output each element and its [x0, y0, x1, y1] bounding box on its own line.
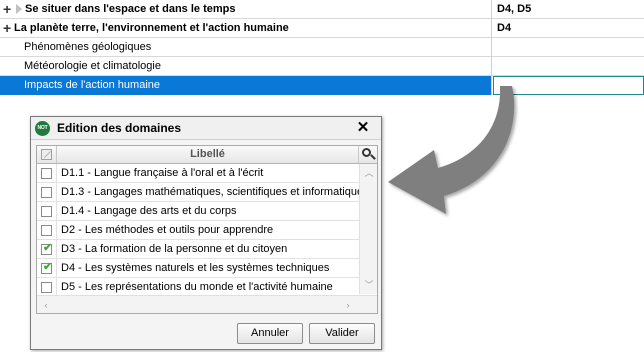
- horizontal-scrollbar[interactable]: ‹ ›: [37, 295, 377, 313]
- grid-row-label: Se situer dans l'espace et dans le temps: [25, 3, 236, 15]
- row-check-cell[interactable]: [37, 202, 57, 220]
- collapse-triangle-icon[interactable]: [16, 4, 22, 14]
- grid-row[interactable]: + Se situer dans l'espace et dans le tem…: [0, 0, 644, 19]
- expand-icon[interactable]: +: [3, 20, 11, 36]
- row-check-cell[interactable]: ✔: [37, 259, 57, 277]
- check-icon: ✔: [43, 261, 53, 273]
- grid-cell-label[interactable]: + Se situer dans l'espace et dans le tem…: [0, 0, 492, 19]
- grid-row-label: Météorologie et climatologie: [24, 60, 161, 72]
- grid-row[interactable]: Météorologie et climatologie: [0, 57, 644, 76]
- search-icon-handle: [370, 154, 376, 160]
- grid-row-label: Phénomènes géologiques: [24, 41, 152, 53]
- vertical-scrollbar[interactable]: ︿ ﹀: [359, 164, 377, 294]
- grid-cell-domains[interactable]: [493, 57, 644, 76]
- cancel-button[interactable]: Annuler: [237, 323, 303, 344]
- dialog-titlebar[interactable]: NOT Edition des domaines ✕: [31, 117, 381, 140]
- grid-row[interactable]: Phénomènes géologiques: [0, 38, 644, 57]
- row-checkbox[interactable]: [41, 282, 52, 293]
- header-check-cell[interactable]: [37, 146, 57, 163]
- list-item[interactable]: D1.4 - Langage des arts et du corps: [37, 202, 359, 221]
- expand-icon[interactable]: +: [3, 1, 11, 17]
- grid-row-selected[interactable]: Impacts de l'action humaine: [0, 76, 644, 95]
- dialog-title: Edition des domaines: [57, 121, 182, 135]
- row-check-cell[interactable]: ✔: [37, 240, 57, 258]
- domains-dialog: NOT Edition des domaines ✕ Libellé D1.1 …: [30, 116, 382, 350]
- close-button[interactable]: ✕: [355, 119, 371, 137]
- check-icon: ✔: [43, 242, 53, 254]
- row-label: D2 - Les méthodes et outils pour apprend…: [61, 224, 274, 236]
- list-item[interactable]: ✔ D3 - La formation de la personne et du…: [37, 240, 359, 259]
- domains-list: D1.1 - Langue française à l'oral et à l'…: [37, 164, 369, 296]
- select-all-checkbox[interactable]: [41, 149, 52, 160]
- row-checkbox[interactable]: ✔: [41, 242, 53, 255]
- list-item[interactable]: D1.3 - Langages mathématiques, scientifi…: [37, 183, 369, 202]
- row-checkbox[interactable]: [41, 168, 52, 179]
- grid-cell-domains[interactable]: D4: [493, 19, 644, 38]
- grid-row-label: Impacts de l'action humaine: [24, 79, 161, 91]
- grid-cell-label[interactable]: + La planète terre, l'environnement et l…: [0, 19, 492, 38]
- app-logo-icon: NOT: [35, 121, 50, 136]
- scroll-left-icon[interactable]: ‹: [41, 299, 51, 311]
- row-label: D3 - La formation de la personne et du c…: [61, 243, 288, 255]
- scroll-down-icon[interactable]: ﹀: [364, 280, 374, 290]
- scroll-right-icon[interactable]: ›: [343, 299, 353, 311]
- domain-grid: + Se situer dans l'espace et dans le tem…: [0, 0, 644, 98]
- row-label: D1.1 - Langue française à l'oral et à l'…: [61, 167, 264, 179]
- row-label: D5 - Les représentations du monde et l'a…: [61, 281, 333, 293]
- curved-arrow-icon: [388, 86, 515, 214]
- grid-row[interactable]: + La planète terre, l'environnement et l…: [0, 19, 644, 38]
- grid-cell-label[interactable]: Phénomènes géologiques: [0, 38, 492, 57]
- grid-cell-label[interactable]: Météorologie et climatologie: [0, 57, 492, 76]
- row-label: D4 - Les systèmes naturels et les systèm…: [61, 262, 330, 274]
- row-checkbox[interactable]: [41, 225, 52, 236]
- grid-cell-domains[interactable]: D4, D5: [493, 0, 644, 19]
- scroll-up-icon[interactable]: ︿: [364, 168, 374, 178]
- row-label: D1.4 - Langage des arts et du corps: [61, 205, 237, 217]
- list-item[interactable]: D1.1 - Langue française à l'oral et à l'…: [37, 164, 359, 183]
- list-item[interactable]: ✔ D4 - Les systèmes naturels et les syst…: [37, 259, 359, 278]
- search-button[interactable]: [358, 146, 377, 163]
- row-check-cell[interactable]: [37, 221, 57, 239]
- row-checkbox[interactable]: [41, 187, 52, 198]
- row-checkbox[interactable]: [41, 206, 52, 217]
- row-check-cell[interactable]: [37, 278, 57, 296]
- domains-table: Libellé D1.1 - Langue française à l'oral…: [36, 145, 378, 314]
- grid-row-label: La planète terre, l'environnement et l'a…: [14, 22, 289, 34]
- row-check-cell[interactable]: [37, 164, 57, 182]
- list-item[interactable]: D2 - Les méthodes et outils pour apprend…: [37, 221, 359, 240]
- grid-cell-domains[interactable]: [493, 38, 644, 57]
- table-header: Libellé: [37, 146, 377, 164]
- column-header-label[interactable]: Libellé: [57, 146, 358, 163]
- row-label: D1.3 - Langages mathématiques, scientifi…: [61, 186, 369, 198]
- validate-button[interactable]: Valider: [309, 323, 375, 344]
- row-checkbox[interactable]: ✔: [41, 261, 53, 274]
- row-check-cell[interactable]: [37, 183, 57, 201]
